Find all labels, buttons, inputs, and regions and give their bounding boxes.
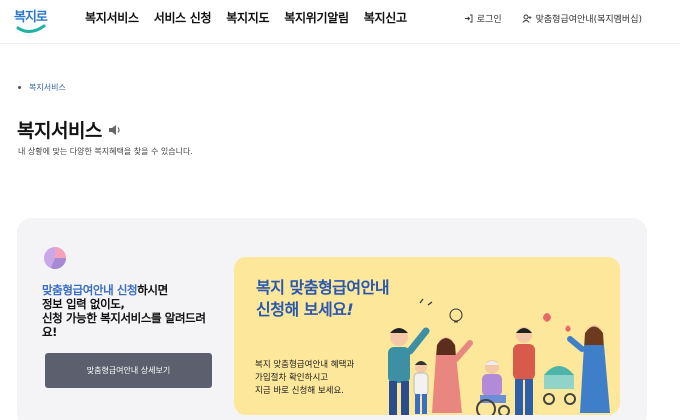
pie-chart-icon (44, 247, 67, 270)
page-title-area: 복지서비스 (17, 116, 122, 143)
nav-welfare-report[interactable]: 복지신고 (364, 9, 407, 26)
nav-welfare-crisis-alert[interactable]: 복지위기알림 (284, 9, 349, 26)
family-illustration (388, 298, 610, 415)
membership-detail-button[interactable]: 맞춤형급여안내 상세보기 (45, 353, 212, 388)
nav-service-application[interactable]: 서비스 신청 (154, 9, 212, 26)
banner-title: 복지 맞춤형급여안내 신청해 보세요! (256, 277, 390, 321)
page-title: 복지서비스 (17, 120, 102, 142)
page-description: 내 상황에 맞는 다양한 복지혜택을 찾을 수 있습니다. (18, 147, 193, 156)
logo[interactable]: 복지로 (14, 4, 50, 36)
membership-link[interactable]: 맞춤형급여안내(복지멤버십) (522, 12, 642, 25)
nav-welfare-services[interactable]: 복지서비스 (85, 9, 139, 26)
banner-body-line3: 지금 바로 신청해 보세요. (255, 386, 345, 396)
membership-banner[interactable]: 복지 맞춤형급여안내 신청해 보세요! 복지 맞춤형급여안내 혜택과 가입절차 … (234, 257, 620, 415)
nav-welfare-map[interactable]: 복지지도 (226, 9, 269, 26)
login-link[interactable]: 로그인 (464, 12, 502, 25)
user-icon (522, 14, 532, 23)
promo-line3: 신청 가능한 복지서비스를 알려드려 (42, 311, 206, 325)
header: 복지로 복지서비스 서비스 신청 복지지도 복지위기알림 복지신고 로그인 맞춤… (0, 0, 680, 44)
logo-text: 복지로 (14, 10, 48, 25)
banner-title-mark: ! (346, 300, 354, 319)
utility-menu: 로그인 맞춤형급여안내(복지멤버십) (464, 12, 642, 25)
banner-title-line2: 신청해 보세요 (256, 300, 347, 319)
main-nav: 복지서비스 서비스 신청 복지지도 복지위기알림 복지신고 (85, 9, 407, 26)
promo-line4: 요! (42, 325, 58, 339)
speaker-icon[interactable] (108, 124, 122, 136)
login-icon (464, 14, 473, 23)
promo-highlight: 맞춤형급여안내 신청 (42, 283, 138, 297)
breadcrumb: 복지서비스 (18, 82, 66, 93)
banner-body: 복지 맞춤형급여안내 혜택과 가입절차 확인하시고 지금 바로 신청해 보세요. (255, 359, 354, 398)
login-label: 로그인 (476, 15, 502, 25)
promo-line2: 정보 입력 없이도, (42, 297, 125, 311)
banner-body-line1: 복지 맞춤형급여안내 혜택과 (255, 360, 355, 370)
promo-text: 맞춤형급여안내 신청하시면 정보 입력 없이도, 신청 가능한 복지서비스를 알… (42, 283, 232, 339)
membership-label: 맞춤형급여안내(복지멤버십) (535, 15, 642, 25)
promo-line1-rest: 하시면 (137, 283, 168, 297)
breadcrumb-current[interactable]: 복지서비스 (29, 82, 66, 93)
banner-body-line2: 가입절차 확인하시고 (255, 373, 329, 383)
breadcrumb-home-dot (18, 86, 21, 89)
banner-title-line1: 복지 맞춤형급여안내 (256, 278, 390, 297)
